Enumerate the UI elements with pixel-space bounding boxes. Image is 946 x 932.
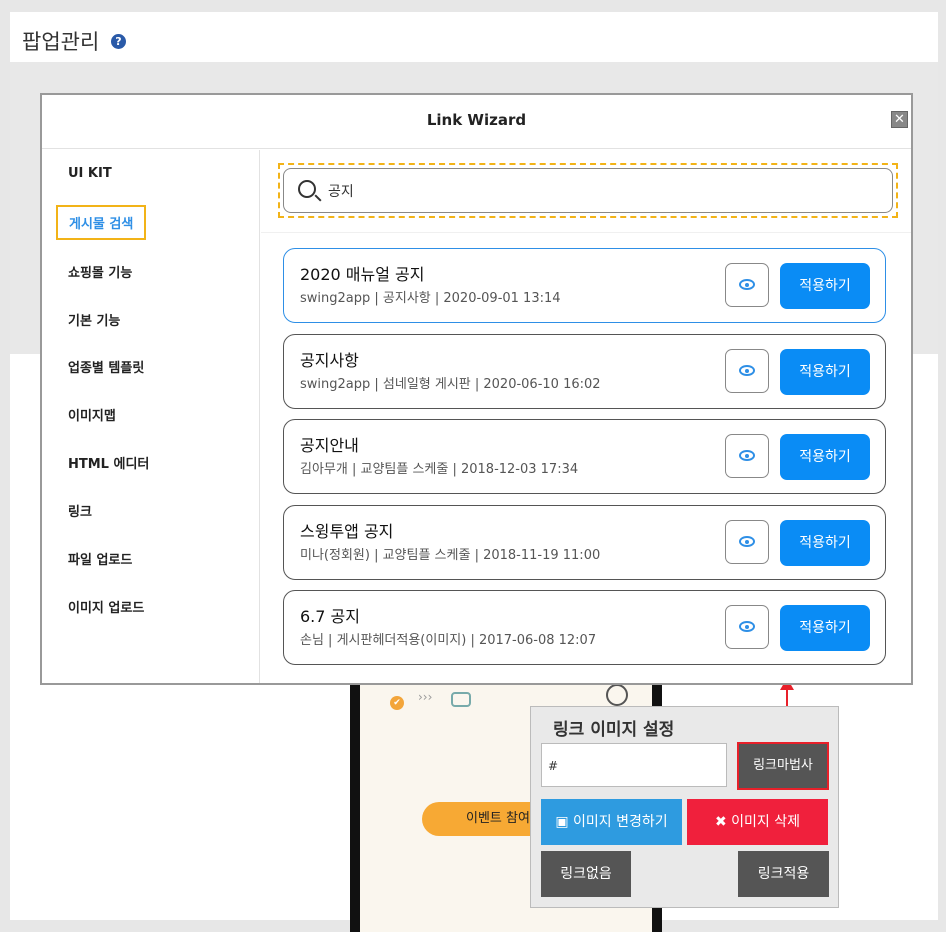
sidebar-item-templates[interactable]: 업종별 템플릿 — [68, 357, 144, 376]
sidebar-item-shopping[interactable]: 쇼핑몰 기능 — [68, 262, 132, 281]
preview-button[interactable] — [725, 263, 769, 307]
link-wizard-button[interactable]: 링크마법사 — [737, 742, 829, 790]
page-header: 팝업관리 ? — [10, 12, 938, 62]
modal-title: Link Wizard — [426, 111, 527, 129]
result-meta: 김아무개 | 교양팀플 스케줄 | 2018-12-03 17:34 — [300, 462, 579, 477]
apply-button[interactable]: 적용하기 — [780, 263, 870, 309]
result-card[interactable]: 2020 매뉴얼 공지 swing2app | 공지사항 | 2020-09-0… — [283, 248, 886, 323]
arrows-icon: ››› — [418, 690, 433, 704]
search-highlight: 공지 — [278, 163, 898, 218]
preview-button[interactable] — [725, 520, 769, 564]
preview-button[interactable] — [725, 605, 769, 649]
search-input[interactable]: 공지 — [283, 168, 893, 213]
eye-icon — [739, 279, 755, 290]
eye-icon — [739, 536, 755, 547]
link-wizard-modal: Link Wizard ✕ UI KIT 게시물 검색 쇼핑몰 기능 기본 기능… — [40, 93, 913, 685]
eye-icon — [739, 450, 755, 461]
clock-icon — [606, 684, 628, 706]
image-icon: ▣ — [555, 814, 569, 830]
preview-button[interactable] — [725, 434, 769, 478]
result-title: 스윙투앱 공지 — [300, 522, 394, 541]
sidebar-item-ui-kit[interactable]: UI KIT — [68, 166, 112, 181]
result-meta: swing2app | 섬네일형 게시판 | 2020-06-10 16:02 — [300, 377, 601, 392]
result-card[interactable]: 공지사항 swing2app | 섬네일형 게시판 | 2020-06-10 1… — [283, 334, 886, 409]
close-icon[interactable]: ✕ — [891, 111, 908, 128]
eye-icon — [739, 365, 755, 376]
result-meta: 손님 | 게시판헤더적용(이미지) | 2017-06-08 12:07 — [300, 633, 597, 648]
change-image-button[interactable]: ▣ 이미지 변경하기 — [541, 799, 682, 845]
result-meta: 미나(정회원) | 교양팀플 스케줄 | 2018-11-19 11:00 — [300, 548, 601, 563]
result-title: 2020 매뉴얼 공지 — [300, 265, 425, 284]
modal-content: 공지 2020 매뉴얼 공지 swing2app | 공지사항 | 2020-0… — [261, 150, 911, 683]
sidebar-item-file-upload[interactable]: 파일 업로드 — [68, 549, 132, 568]
delete-image-label: 이미지 삭제 — [731, 814, 801, 830]
search-input-value: 공지 — [328, 184, 354, 200]
search-icon — [298, 180, 316, 198]
result-card[interactable]: 공지안내 김아무개 | 교양팀플 스케줄 | 2018-12-03 17:34 … — [283, 419, 886, 494]
link-image-settings-panel: 링크 이미지 설정 # 링크마법사 ▣ 이미지 변경하기 ✖ 이미지 삭제 링크… — [530, 706, 839, 908]
sidebar-item-imagemap[interactable]: 이미지맵 — [68, 405, 116, 424]
result-title: 6.7 공지 — [300, 607, 360, 626]
apply-button[interactable]: 적용하기 — [780, 434, 870, 480]
modal-sidebar: UI KIT 게시물 검색 쇼핑몰 기능 기본 기능 업종별 템플릿 이미지맵 … — [42, 150, 260, 683]
result-title: 공지안내 — [300, 436, 359, 455]
sidebar-item-link[interactable]: 링크 — [68, 501, 92, 520]
link-panel-title: 링크 이미지 설정 — [553, 720, 675, 740]
page-title: 팝업관리 — [22, 30, 100, 54]
apply-button[interactable]: 적용하기 — [780, 520, 870, 566]
sidebar-item-image-upload[interactable]: 이미지 업로드 — [68, 597, 144, 616]
modal-header: Link Wizard ✕ — [42, 95, 911, 149]
apply-link-button[interactable]: 링크적용 — [738, 851, 829, 897]
robot-icon — [451, 692, 471, 707]
eye-icon — [739, 621, 755, 632]
sidebar-item-html-editor[interactable]: HTML 에디터 — [68, 453, 149, 472]
divider — [261, 232, 911, 233]
result-card[interactable]: 스윙투앱 공지 미나(정회원) | 교양팀플 스케줄 | 2018-11-19 … — [283, 505, 886, 580]
link-url-input[interactable]: # — [541, 743, 727, 787]
sidebar-item-basic[interactable]: 기본 기능 — [68, 310, 120, 329]
sidebar-item-post-search[interactable]: 게시물 검색 — [56, 205, 147, 240]
result-meta: swing2app | 공지사항 | 2020-09-01 13:14 — [300, 291, 561, 306]
x-icon: ✖ — [714, 814, 727, 830]
delete-image-button[interactable]: ✖ 이미지 삭제 — [687, 799, 828, 845]
check-icon: ✔ — [390, 696, 404, 710]
question-circle-icon[interactable]: ? — [111, 34, 126, 49]
no-link-button[interactable]: 링크없음 — [541, 851, 631, 897]
result-card[interactable]: 6.7 공지 손님 | 게시판헤더적용(이미지) | 2017-06-08 12… — [283, 590, 886, 665]
preview-button[interactable] — [725, 349, 769, 393]
result-title: 공지사항 — [300, 351, 359, 370]
change-image-label: 이미지 변경하기 — [573, 814, 668, 830]
apply-button[interactable]: 적용하기 — [780, 605, 870, 651]
apply-button[interactable]: 적용하기 — [780, 349, 870, 395]
